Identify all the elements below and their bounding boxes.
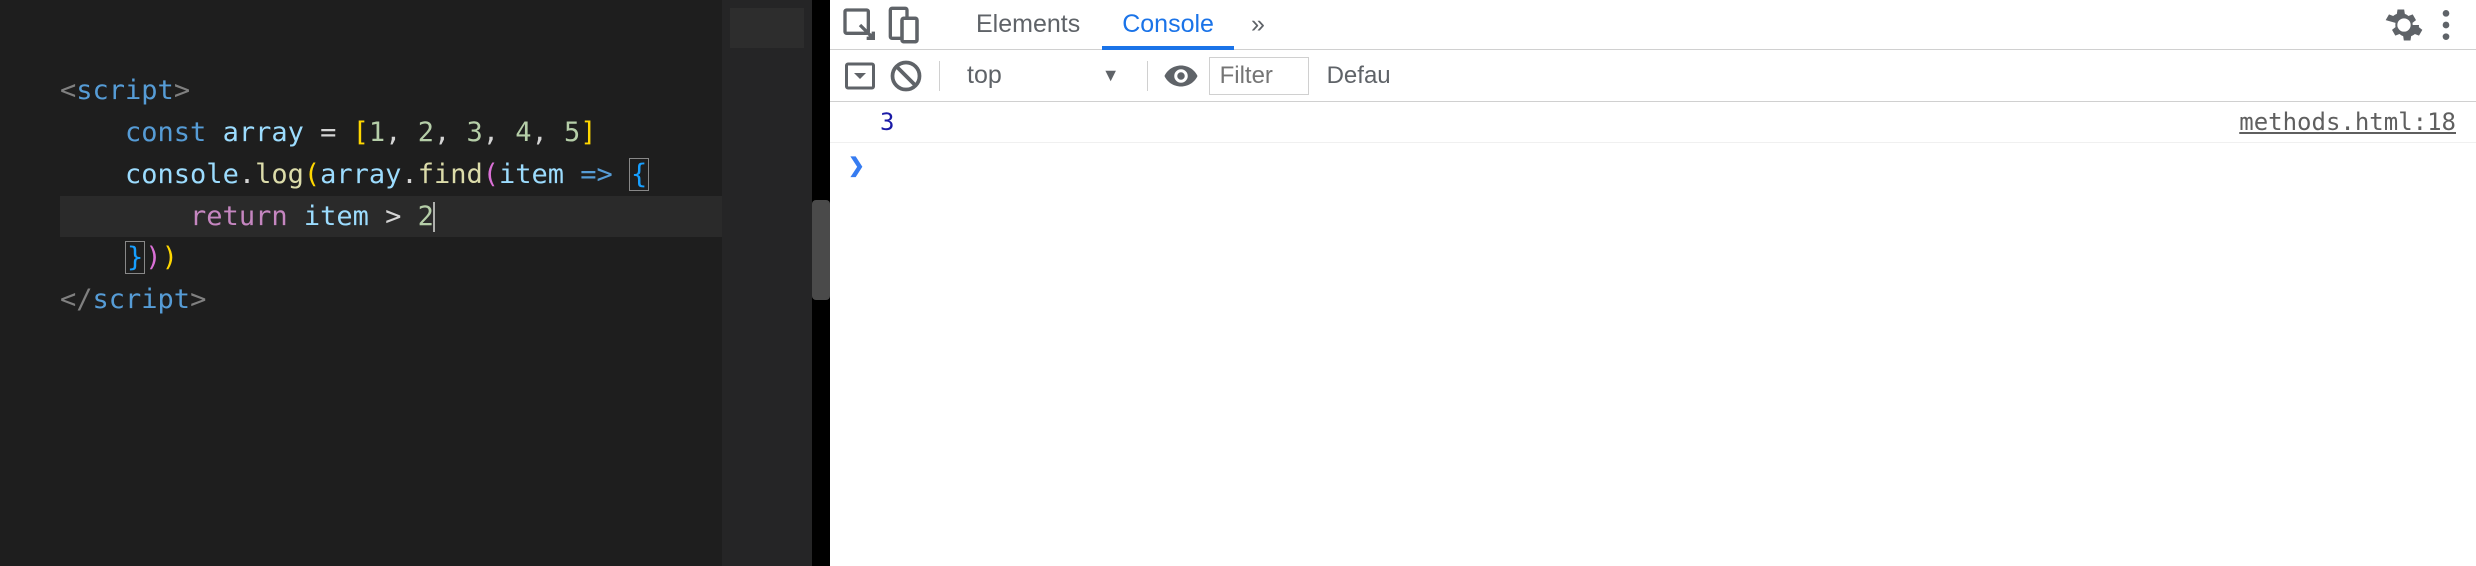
bracket-open: [ <box>353 117 369 148</box>
console-output-value: 3 <box>880 108 894 136</box>
tag-open-bracket: < <box>60 75 76 106</box>
minimap-content <box>730 8 804 48</box>
code-line-2[interactable]: const array = [1, 2, 3, 4, 5] <box>60 112 812 154</box>
devtools-panel: Elements Console » <box>830 0 2476 566</box>
method-log: log <box>255 159 304 190</box>
param-item: item <box>499 159 564 190</box>
device-toolbar-icon[interactable] <box>882 5 922 45</box>
variable-array-ref: array <box>320 159 401 190</box>
bracket-close: ] <box>580 117 596 148</box>
chevron-down-icon: ▼ <box>1102 65 1120 86</box>
paren-close-2: ) <box>162 242 178 273</box>
number-comparison: 2 <box>401 201 434 232</box>
eye-icon[interactable] <box>1163 58 1199 94</box>
arrow-function: => <box>564 159 629 190</box>
keyword-return: return <box>190 201 288 232</box>
operator-equals: = <box>304 117 353 148</box>
method-find: find <box>418 159 483 190</box>
paren-close-1: ) <box>145 242 161 273</box>
devtools-tab-bar: Elements Console » <box>830 0 2476 50</box>
brace-open-highlighted: { <box>629 158 649 191</box>
console-toolbar: top ▼ Defau <box>830 50 2476 102</box>
text-cursor <box>433 202 435 232</box>
tag-close-close-bracket: > <box>190 284 206 315</box>
number-5: 5 <box>564 117 580 148</box>
toolbar-separator <box>939 61 940 91</box>
number-2: 2 <box>418 117 434 148</box>
number-4: 4 <box>515 117 531 148</box>
code-line-5[interactable]: })) <box>60 237 812 279</box>
code-line-1[interactable]: <script> <box>60 70 812 112</box>
kebab-menu-icon[interactable] <box>2426 5 2466 45</box>
code-editor-panel[interactable]: <script> const array = [1, 2, 3, 4, 5] c… <box>0 0 812 566</box>
toolbar-separator-2 <box>1147 61 1148 91</box>
chevron-right-icon: ❯ <box>848 153 865 178</box>
clear-console-icon[interactable] <box>888 58 924 94</box>
inspect-element-icon[interactable] <box>840 5 880 45</box>
number-1: 1 <box>369 117 385 148</box>
code-line-3[interactable]: console.log(array.find(item => { <box>60 154 812 196</box>
number-3: 3 <box>466 117 482 148</box>
console-source-link[interactable]: methods.html:18 <box>2239 108 2456 136</box>
variable-array: array <box>223 117 304 148</box>
console-output-area[interactable]: 3 methods.html:18 ❯ <box>830 102 2476 566</box>
operator-gt: > <box>385 201 401 232</box>
keyword-const: const <box>125 117 206 148</box>
object-console: console <box>125 159 239 190</box>
tab-elements[interactable]: Elements <box>956 0 1100 49</box>
gear-icon[interactable] <box>2384 5 2424 45</box>
tab-console[interactable]: Console <box>1102 0 1234 49</box>
tag-close-bracket: > <box>174 75 190 106</box>
brace-close-highlighted: } <box>125 241 145 274</box>
execution-context-selector[interactable]: top ▼ <box>955 61 1132 90</box>
tag-close-open-bracket: </ <box>60 284 93 315</box>
paren-open-2: ( <box>483 159 499 190</box>
filter-input[interactable] <box>1209 57 1309 95</box>
tag-name-script: script <box>76 75 174 106</box>
code-line-6[interactable]: </script> <box>60 279 812 321</box>
log-levels-label[interactable]: Defau <box>1327 62 1391 90</box>
toggle-sidebar-icon[interactable] <box>842 58 878 94</box>
code-line-4-current[interactable]: return item > 2 <box>60 196 812 238</box>
variable-item: item <box>288 201 386 232</box>
tab-more-icon[interactable]: » <box>1236 10 1280 39</box>
editor-minimap[interactable] <box>722 0 812 566</box>
scrollbar-thumb[interactable] <box>812 200 830 300</box>
panel-divider[interactable] <box>812 0 830 566</box>
context-label: top <box>967 61 1002 90</box>
console-input-prompt[interactable]: ❯ <box>830 143 2476 188</box>
paren-open-1: ( <box>304 159 320 190</box>
tag-name-script-close: script <box>93 284 191 315</box>
console-log-row[interactable]: 3 methods.html:18 <box>830 102 2476 143</box>
